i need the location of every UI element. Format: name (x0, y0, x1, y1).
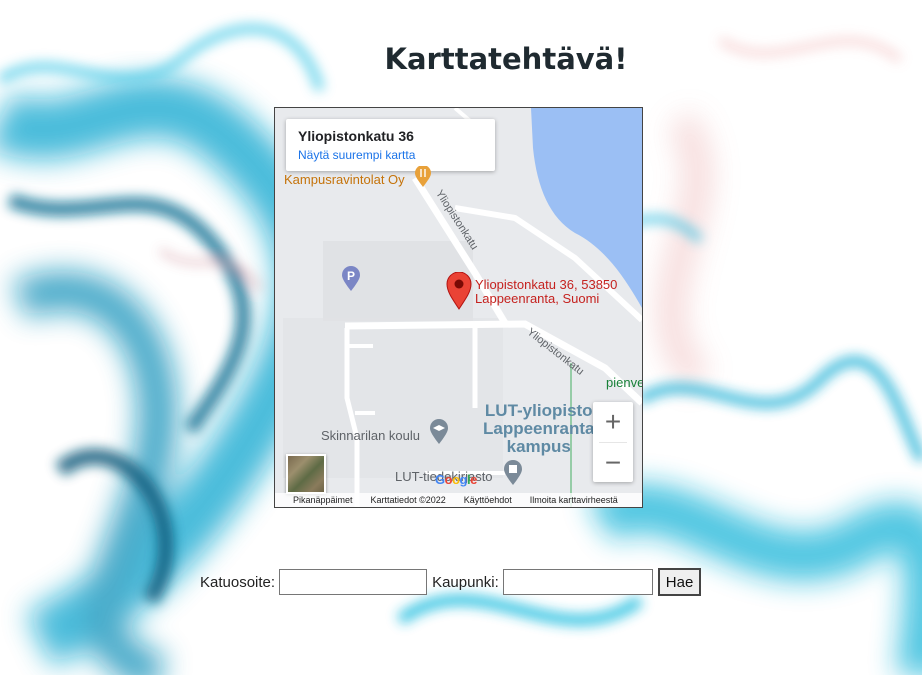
school-label[interactable]: Skinnarilan koulu (321, 428, 420, 443)
city-input[interactable] (502, 569, 653, 595)
page-title: Karttatehtävä! (384, 42, 628, 76)
zoom-out-button[interactable]: − (593, 443, 633, 483)
location-pin-icon[interactable] (446, 272, 472, 310)
campus-label[interactable]: LUT-yliopisto Lappeenranta kampus (483, 402, 594, 456)
school-icon[interactable] (429, 419, 449, 445)
campus-line3: kampus (506, 437, 571, 456)
restaurant-name: Kampusravintolat Oy (284, 172, 405, 187)
campus-line1: LUT-yliopisto (484, 401, 593, 420)
restaurant-label[interactable]: Kampusravintolat Oy (284, 172, 405, 187)
address-line2: Lappeenranta, Suomi (475, 291, 600, 306)
keyboard-shortcuts-link[interactable]: Pikanäppäimet (293, 495, 353, 505)
svg-text:P: P (347, 269, 355, 283)
map-data-text: Karttatiedot ©2022 (370, 495, 446, 505)
place-card: Yliopistonkatu 36 Näytä suurempi kartta (286, 119, 495, 171)
campus-line2: Lappeenranta (483, 419, 595, 438)
search-button[interactable]: Hae (657, 568, 702, 596)
zoom-in-button[interactable]: + (593, 402, 633, 442)
city-label: Kaupunki: (432, 573, 499, 591)
larger-map-link[interactable]: Näytä suurempi kartta (298, 148, 483, 162)
address-form: Katuosoite: Kaupunki: Hae (200, 567, 702, 597)
report-error-link[interactable]: Ilmoita karttavirheestä (530, 495, 618, 505)
street-input[interactable] (279, 569, 428, 595)
terms-link[interactable]: Käyttöehdot (464, 495, 512, 505)
page: Karttatehtävä! Yliopistonkatu 36 Näytä s… (0, 0, 922, 675)
embedded-map[interactable]: Yliopistonkatu 36 Näytä suurempi kartta … (274, 107, 643, 508)
parking-icon[interactable]: P (341, 266, 361, 292)
map-attribution-bar: Pikanäppäimet Karttatiedot ©2022 Käyttöe… (275, 493, 642, 507)
address-line1: Yliopistonkatu 36, 53850 (475, 277, 618, 292)
restaurant-icon[interactable] (414, 166, 432, 188)
satellite-toggle-button[interactable] (286, 454, 326, 494)
library-icon[interactable] (503, 460, 523, 486)
street-label: Katuosoite: (200, 573, 276, 591)
zoom-controls: + − (593, 402, 633, 482)
google-logo[interactable]: Google (435, 472, 477, 487)
park-label[interactable]: pienve (606, 375, 642, 390)
address-label: Yliopistonkatu 36, 53850 Lappeenranta, S… (475, 278, 617, 306)
place-name: Yliopistonkatu 36 (298, 128, 414, 144)
